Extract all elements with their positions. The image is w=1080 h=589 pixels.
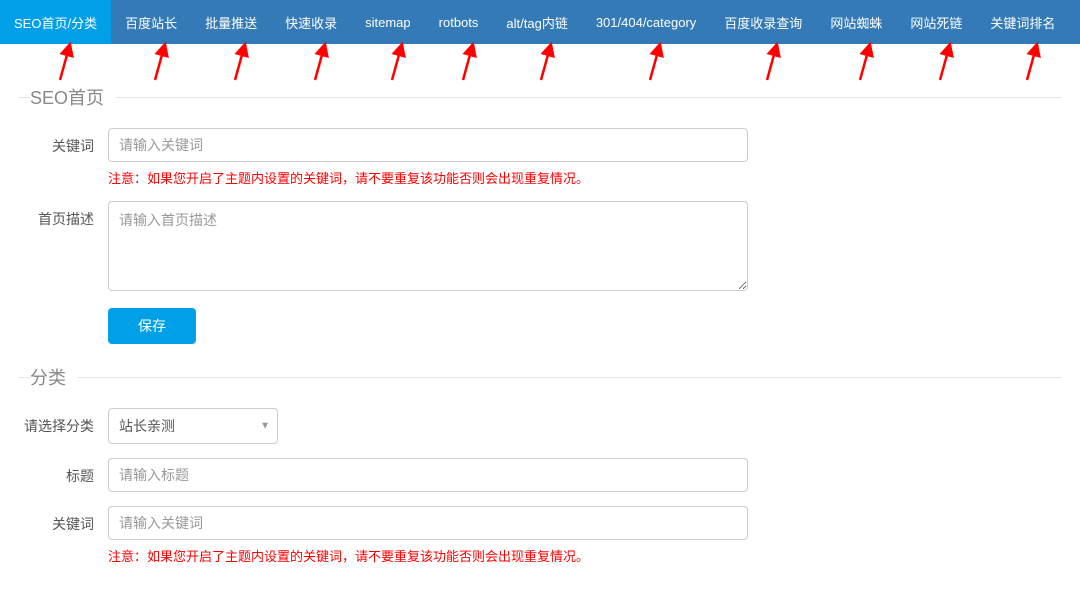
nav-tab-8[interactable]: 百度收录查询 <box>710 0 816 44</box>
cat-keyword-input[interactable] <box>108 506 748 540</box>
nav-tab-5[interactable]: rotbots <box>425 0 493 44</box>
keyword-label: 关键词 <box>18 128 108 156</box>
desc-textarea[interactable] <box>108 201 748 291</box>
nav-tab-1[interactable]: 百度站长 <box>111 0 191 44</box>
nav-tab-9[interactable]: 网站蜘蛛 <box>816 0 896 44</box>
nav-tab-11[interactable]: 关键词排名 <box>976 0 1069 44</box>
nav-tab-4[interactable]: sitemap <box>351 0 425 44</box>
section-legend: 分类 <box>30 364 78 390</box>
save-button[interactable]: 保存 <box>108 308 196 344</box>
nav-tab-0[interactable]: SEO首页/分类 <box>0 0 111 44</box>
title-label: 标题 <box>18 458 108 486</box>
category-select[interactable]: 站长亲测 <box>108 408 278 444</box>
section-category: 分类 <box>18 364 1062 390</box>
nav-tab-6[interactable]: alt/tag内链 <box>492 0 581 44</box>
nav-tab-10[interactable]: 网站死链 <box>896 0 976 44</box>
nav-tab-7[interactable]: 301/404/category <box>582 0 710 44</box>
cat-keyword-warning: 注意：如果您开启了主题内设置的关键词，请不要重复该功能否则会出现重复情况。 <box>108 546 748 565</box>
top-nav: SEO首页/分类百度站长批量推送快速收录sitemaprotbotsalt/ta… <box>0 0 1080 44</box>
nav-tab-2[interactable]: 批量推送 <box>191 0 271 44</box>
title-input[interactable] <box>108 458 748 492</box>
desc-label: 首页描述 <box>18 201 108 229</box>
nav-tab-3[interactable]: 快速收录 <box>271 0 351 44</box>
section-legend: SEO首页 <box>30 84 116 110</box>
section-seo-home: SEO首页 <box>18 84 1062 110</box>
keyword-warning: 注意：如果您开启了主题内设置的关键词，请不要重复该功能否则会出现重复情况。 <box>108 168 748 187</box>
keyword-input[interactable] <box>108 128 748 162</box>
cat-keyword-label: 关键词 <box>18 506 108 534</box>
content-area: SEO首页 关键词 注意：如果您开启了主题内设置的关键词，请不要重复该功能否则会… <box>0 44 1080 589</box>
category-label: 请选择分类 <box>18 408 108 436</box>
